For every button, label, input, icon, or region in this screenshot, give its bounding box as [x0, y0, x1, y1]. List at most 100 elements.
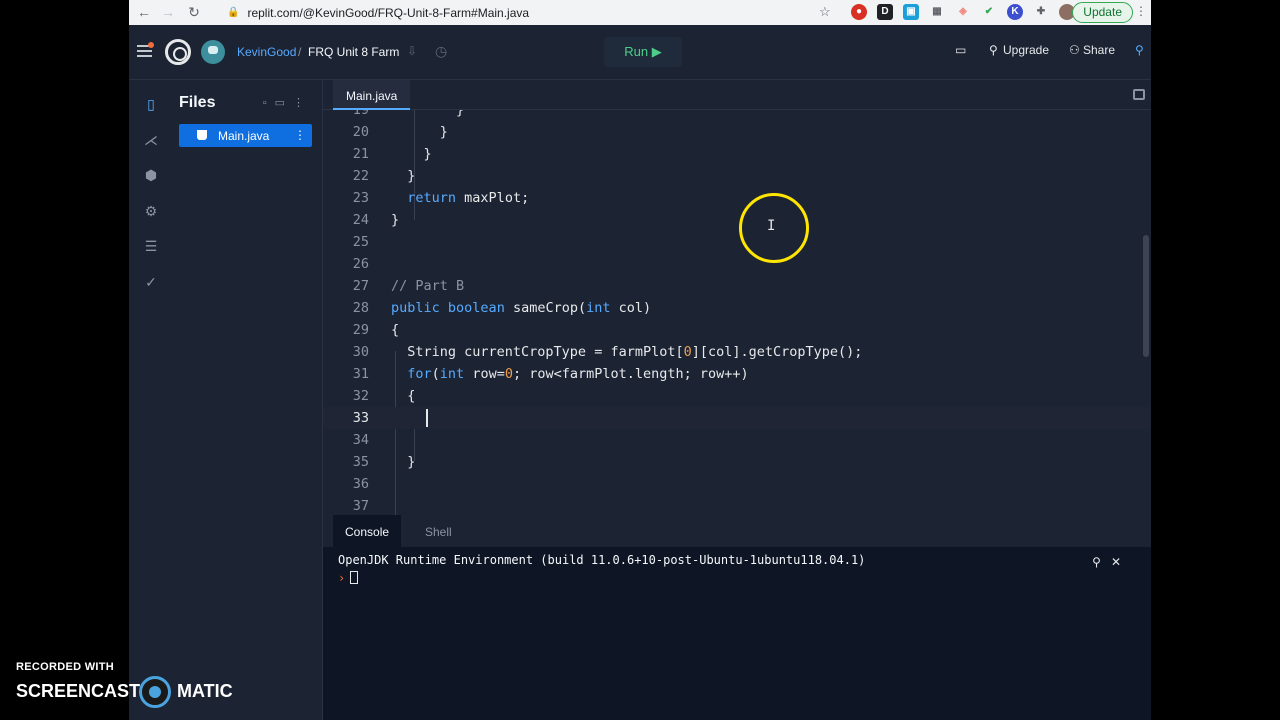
console-actions: ⚲✕: [1092, 555, 1131, 569]
files-icon[interactable]: ▯: [143, 96, 159, 112]
code-line[interactable]: 35 }: [323, 451, 1151, 473]
puzzle-icon[interactable]: ✚: [1033, 4, 1049, 20]
code-line[interactable]: 20 }: [323, 121, 1151, 143]
arrow-left-icon[interactable]: ←: [131, 4, 157, 20]
arrow-right-icon[interactable]: →: [155, 4, 181, 20]
code-line[interactable]: 30 String currentCropType = farmPlot[0][…: [323, 341, 1151, 363]
star-icon[interactable]: ☆: [819, 4, 831, 20]
code-line[interactable]: 25: [323, 231, 1151, 253]
code-line[interactable]: 24}: [323, 209, 1151, 231]
code-line[interactable]: 34: [323, 429, 1151, 451]
console-tab-bar: Console Shell: [323, 515, 1151, 547]
editor-scrollbar[interactable]: [1143, 235, 1149, 357]
code-line[interactable]: 36: [323, 473, 1151, 495]
code-text: {: [391, 322, 400, 338]
code-line[interactable]: 27 // Part B: [323, 275, 1151, 297]
line-number: 26: [352, 256, 369, 272]
code-line[interactable]: 21 }: [323, 143, 1151, 165]
code-line[interactable]: 26: [323, 253, 1151, 275]
line-number: 22: [352, 168, 369, 184]
code-text: for(int row=0; row<farmPlot.length; row+…: [407, 366, 749, 382]
line-number: 24: [352, 212, 369, 228]
packages-icon[interactable]: ⬢: [143, 167, 159, 183]
settings-icon[interactable]: ⚙: [143, 203, 159, 219]
code-line[interactable]: 33: [323, 407, 1151, 429]
line-number: 28: [352, 300, 369, 316]
database-icon[interactable]: ☰: [143, 238, 159, 254]
share-icon: ⚇: [1069, 43, 1080, 57]
extension-icon[interactable]: ◈: [955, 4, 971, 20]
repl-name[interactable]: FRQ Unit 8 Farm: [308, 45, 399, 59]
extension-icon[interactable]: D: [877, 4, 893, 20]
version-control-icon[interactable]: ⋌: [143, 132, 159, 148]
line-number: 34: [352, 432, 369, 448]
new-file-icon[interactable]: ▫: [263, 97, 275, 109]
code-text: }: [391, 110, 465, 118]
code-text: // Part B: [391, 278, 465, 294]
code-line[interactable]: 19 }: [323, 110, 1151, 121]
line-number: 36: [352, 476, 369, 492]
line-number: 29: [352, 322, 369, 338]
extension-icon[interactable]: ▣: [903, 4, 919, 20]
console-output: OpenJDK Runtime Environment (build 11.0.…: [338, 553, 866, 567]
text-cursor-icon: I: [767, 218, 776, 234]
replit-logo[interactable]: [165, 39, 191, 65]
java-icon: [197, 130, 207, 140]
upgrade-button[interactable]: Upgrade: [1003, 43, 1049, 57]
chat-icon[interactable]: ▭: [955, 43, 966, 57]
reload-icon[interactable]: ↻: [181, 4, 207, 21]
line-number: 33: [352, 410, 369, 426]
run-button[interactable]: Run ▶: [604, 37, 682, 67]
code-text: public boolean sameCrop(int col): [391, 300, 652, 316]
sidebar-rail: ▯ ⋌ ⬢ ⚙ ☰ ✓: [129, 80, 173, 720]
tab-main-java[interactable]: Main.java: [333, 80, 411, 110]
code-line[interactable]: 28 public boolean sameCrop(int col): [323, 297, 1151, 319]
address-bar[interactable]: 🔒 replit.com/@KevinGood/FRQ-Unit-8-Farm#…: [217, 2, 837, 23]
file-item-main-java[interactable]: Main.java ⋮: [179, 124, 312, 147]
line-number: 27: [352, 278, 369, 294]
share-button[interactable]: Share: [1083, 43, 1115, 57]
tab-shell[interactable]: Shell: [413, 515, 464, 547]
browser-menu-icon[interactable]: ⋮: [1135, 4, 1147, 18]
new-folder-icon[interactable]: ▭: [275, 97, 293, 109]
line-number: 30: [352, 344, 369, 360]
code-line[interactable]: 32 {: [323, 385, 1151, 407]
username-link[interactable]: KevinGood: [237, 45, 296, 59]
code-text: }: [391, 454, 416, 470]
file-name: Main.java: [218, 129, 270, 143]
check-extension-icon[interactable]: ✔: [981, 4, 997, 20]
console-cursor[interactable]: [350, 571, 358, 584]
extension-icon[interactable]: K: [1007, 4, 1023, 20]
search-icon[interactable]: ⚲: [1092, 555, 1111, 569]
tab-console[interactable]: Console: [333, 515, 402, 547]
more-icon[interactable]: ⋮: [293, 97, 312, 109]
grid-extension-icon[interactable]: ▦: [929, 4, 945, 20]
code-line[interactable]: 37: [323, 495, 1151, 515]
editor-tab-bar: Main.java: [323, 80, 1151, 110]
history-icon[interactable]: ◷: [435, 43, 447, 60]
layout-icon[interactable]: [1133, 89, 1145, 100]
code-line[interactable]: 29 {: [323, 319, 1151, 341]
watermark-recorded: RECORDED WITH: [16, 661, 115, 673]
upload-icon[interactable]: ⇩: [407, 44, 417, 58]
console-panel: Console Shell OpenJDK Runtime Environmen…: [323, 515, 1151, 720]
app-header: KevinGood / FRQ Unit 8 Farm ⇩ ◷ Run ▶ ▭ …: [129, 25, 1151, 80]
close-icon[interactable]: ✕: [1111, 555, 1131, 569]
upgrade-icon: ⚲: [989, 43, 998, 57]
code-text: return maxPlot;: [407, 190, 530, 206]
code-line[interactable]: 22 }: [323, 165, 1151, 187]
code-text: String currentCropType = farmPlot[0][col…: [391, 344, 863, 360]
code-line[interactable]: 31 for(int row=0; row<farmPlot.length; r…: [323, 363, 1151, 385]
code-line[interactable]: 23 return maxPlot;: [323, 187, 1151, 209]
browser-update-button[interactable]: Update: [1072, 2, 1133, 23]
file-menu-icon[interactable]: ⋮: [294, 128, 306, 142]
code-area[interactable]: 19 } 20 } 21 } 22 } 23 return maxPlot; 24} 25 2…: [323, 110, 1151, 515]
line-number: 20: [352, 124, 369, 140]
unit-tests-icon[interactable]: ✓: [143, 274, 159, 290]
code-text: }: [391, 212, 400, 228]
code-text: }: [391, 146, 432, 162]
adblock-icon[interactable]: ●: [851, 4, 867, 20]
notification-dot: [148, 42, 154, 48]
search-icon[interactable]: ⚲: [1135, 43, 1144, 57]
files-title: Files: [179, 94, 216, 111]
